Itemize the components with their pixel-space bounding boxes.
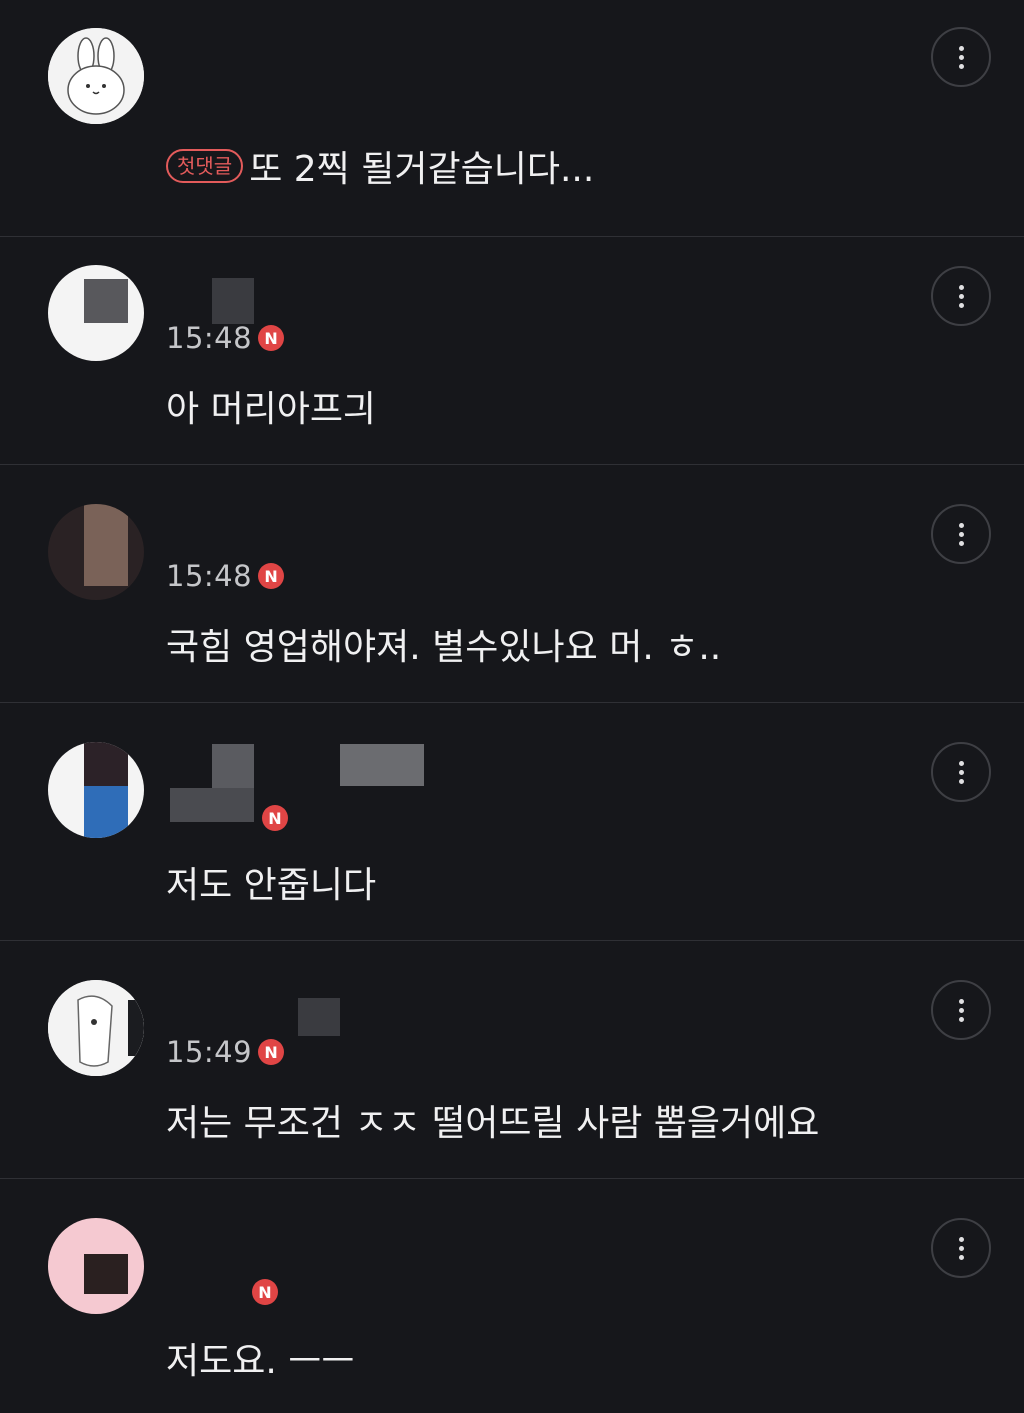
comment-text: 저도요. ㅡㅡ xyxy=(166,1341,355,1382)
comment-body: 국힘 영업해야져. 별수있나요 머. ㅎ.. xyxy=(166,618,721,670)
more-options-button[interactable] xyxy=(931,266,991,326)
comment-item: 첫댓글 또 2찍 될거같습니다... xyxy=(0,0,1024,237)
author-name-redacted xyxy=(340,744,424,786)
author-name-redacted xyxy=(212,744,254,788)
author-name-redacted xyxy=(298,998,340,1036)
comment-item: 15:48 N 국힘 영업해야져. 별수있나요 머. ㅎ.. xyxy=(0,466,1024,703)
comment-body: 저는 무조건 ㅈㅈ 떨어뜨릴 사람 뽑을거에요 xyxy=(166,1094,819,1146)
comment-meta: 15:48 N xyxy=(166,556,285,596)
avatar[interactable] xyxy=(48,504,144,600)
avatar-redacted-block xyxy=(84,1254,128,1294)
avatar[interactable] xyxy=(48,28,144,124)
more-vertical-icon xyxy=(958,1236,964,1260)
comment-list: 첫댓글 또 2찍 될거같습니다... 15:48 N 아 머리아프긔 15:48 xyxy=(0,0,1024,1413)
comment-item: 15:48 N 아 머리아프긔 xyxy=(0,228,1024,465)
more-options-button[interactable] xyxy=(931,27,991,87)
comment-time: 15:48 xyxy=(166,559,253,593)
avatar-redacted-block xyxy=(84,742,128,786)
comment-item: N 저도요. ㅡㅡ xyxy=(0,1180,1024,1413)
more-vertical-icon xyxy=(958,998,964,1022)
comment-text: 국힘 영업해야져. 별수있나요 머. ㅎ.. xyxy=(166,627,722,668)
comment-time: 15:48 xyxy=(166,321,253,355)
more-options-button[interactable] xyxy=(931,980,991,1040)
avatar[interactable] xyxy=(48,980,144,1076)
comment-body: 저도요. ㅡㅡ xyxy=(166,1332,355,1384)
more-vertical-icon xyxy=(958,284,964,308)
comment-item: N 저도 안줍니다 xyxy=(0,704,1024,941)
comment-body: 첫댓글 또 2찍 될거같습니다... xyxy=(166,140,594,192)
more-vertical-icon xyxy=(958,45,964,69)
avatar-redacted-block xyxy=(84,504,128,586)
avatar[interactable] xyxy=(48,742,144,838)
more-vertical-icon xyxy=(958,522,964,546)
avatar-redacted-block xyxy=(128,1000,144,1056)
more-vertical-icon xyxy=(958,760,964,784)
more-options-button[interactable] xyxy=(931,742,991,802)
new-badge: N xyxy=(258,1039,285,1065)
more-options-button[interactable] xyxy=(931,504,991,564)
comment-meta: N xyxy=(166,1272,278,1312)
comment-body: 아 머리아프긔 xyxy=(166,380,376,432)
new-badge: N xyxy=(252,1279,278,1305)
comment-meta: N xyxy=(166,798,288,838)
avatar[interactable] xyxy=(48,1218,144,1314)
more-options-button[interactable] xyxy=(931,1218,991,1278)
comment-body: 저도 안줍니다 xyxy=(166,856,376,908)
comment-meta: 15:49 N xyxy=(166,1032,285,1072)
comment-item: 15:49 N 저는 무조건 ㅈㅈ 떨어뜨릴 사람 뽑을거에요 xyxy=(0,942,1024,1179)
comment-text: 저는 무조건 ㅈㅈ 떨어뜨릴 사람 뽑을거에요 xyxy=(166,1103,820,1144)
new-badge: N xyxy=(258,325,285,351)
avatar[interactable] xyxy=(48,265,144,361)
comment-text: 저도 안줍니다 xyxy=(166,865,377,906)
avatar-redacted-block xyxy=(84,786,128,838)
comment-meta: 15:48 N xyxy=(166,318,285,358)
comment-text: 또 2찍 될거같습니다... xyxy=(249,149,595,190)
bunny-avatar-icon xyxy=(48,28,144,124)
comment-time: 15:49 xyxy=(166,1035,253,1069)
new-badge: N xyxy=(258,563,285,589)
comment-text: 아 머리아프긔 xyxy=(166,389,377,430)
first-comment-badge: 첫댓글 xyxy=(166,149,244,183)
avatar-redacted-block xyxy=(84,279,128,323)
new-badge: N xyxy=(262,805,288,831)
